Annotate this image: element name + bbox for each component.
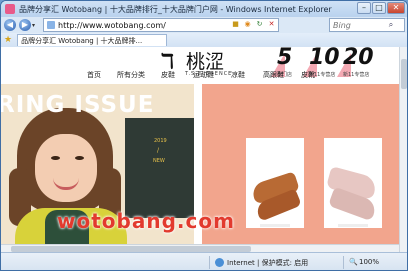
- zoom-level[interactable]: 100%: [359, 258, 379, 266]
- title-bar: 品牌分享汇 Wotobang | 十大品牌排行_十大品牌门户网 - Window…: [1, 1, 407, 17]
- tab-label: 品牌分享汇 Wotobang | 十大品牌排...: [21, 36, 143, 45]
- eye-shape: [51, 156, 60, 160]
- watermark-text: wotobang.com: [57, 209, 235, 233]
- product-card-brown-shoes[interactable]: [246, 138, 304, 228]
- search-input[interactable]: [333, 19, 385, 31]
- address-url[interactable]: http://www.wotobang.com/: [58, 21, 166, 30]
- tab-active[interactable]: 品牌分享汇 Wotobang | 十大品牌排...: [17, 34, 168, 46]
- search-box[interactable]: ⌕: [329, 18, 405, 32]
- forward-button[interactable]: ▶: [19, 19, 31, 31]
- navigation-bar: ◀ ▶ ▾ http://www.wotobang.com/ ■ ◉ ↻ ✕ ⌕: [1, 17, 407, 33]
- nav-item-boots[interactable]: 皮靴: [301, 70, 315, 80]
- lock-icon[interactable]: ■: [231, 20, 240, 29]
- rss-icon[interactable]: ◉: [243, 20, 252, 29]
- history-dropdown-icon[interactable]: ▾: [32, 22, 35, 29]
- window-title: 品牌分享汇 Wotobang | 十大品牌排行_十大品牌门户网 - Window…: [19, 4, 332, 14]
- product-card-pink-sneakers[interactable]: [324, 138, 382, 228]
- banner-year: 2019: [154, 138, 167, 144]
- face-shape: [35, 134, 97, 202]
- banner-headline: RING ISSUE: [1, 92, 155, 118]
- nav-item-sandals[interactable]: 凉鞋: [231, 70, 245, 80]
- browser-window: 品牌分享汇 Wotobang | 十大品牌排行_十大品牌门户网 - Window…: [0, 0, 408, 271]
- page-icon: [47, 21, 55, 29]
- status-bar: Internet | 保护模式: 启用 🔍 100%: [1, 252, 407, 270]
- security-zone[interactable]: Internet | 保护模式: 启用: [227, 258, 308, 268]
- hero-banner[interactable]: RING ISSUE 2019 / NEW wotobang.com: [1, 84, 399, 252]
- stop-icon[interactable]: ✕: [267, 20, 276, 29]
- search-icon[interactable]: ⌕: [385, 20, 397, 30]
- vertical-scroll-thumb[interactable]: [401, 59, 407, 89]
- site-header: ℸ 桃涩 T.S.ELEGENCE 5 专门店 10 新11专营店 20 新11…: [1, 47, 399, 83]
- page-viewport: ℸ 桃涩 T.S.ELEGENCE 5 专门店 10 新11专营店 20 新11…: [1, 47, 399, 252]
- nav-item-high-heels[interactable]: 高跟鞋: [263, 70, 284, 80]
- refresh-icon[interactable]: ↻: [255, 20, 264, 29]
- zoom-icon[interactable]: 🔍: [349, 258, 358, 266]
- globe-icon: [215, 258, 224, 267]
- card-shadow: [338, 224, 368, 227]
- banner-backdrop: [125, 118, 194, 218]
- banner-slash: /: [157, 147, 160, 154]
- site-favicon-icon: [5, 4, 15, 14]
- minimize-button[interactable]: –: [357, 2, 371, 14]
- close-button[interactable]: ✕: [387, 2, 405, 14]
- address-bar[interactable]: http://www.wotobang.com/ ■ ◉ ↻ ✕: [43, 18, 279, 32]
- nav-item-sneakers[interactable]: 运动鞋: [193, 70, 214, 80]
- eye-shape: [75, 156, 84, 160]
- favorites-star-icon[interactable]: ★: [4, 35, 12, 45]
- nav-item-leather-shoes[interactable]: 皮鞋: [161, 70, 175, 80]
- vertical-scrollbar[interactable]: [399, 47, 407, 252]
- promo-number: 10: [309, 47, 340, 70]
- status-separator: [209, 256, 210, 269]
- banner-new: NEW: [153, 158, 165, 164]
- promo-number: 20: [343, 47, 374, 70]
- horizontal-scrollbar[interactable]: [1, 244, 399, 252]
- card-shadow: [260, 224, 290, 227]
- nav-item-home[interactable]: 首页: [87, 70, 101, 80]
- nav-item-all-categories[interactable]: 所有分类: [117, 70, 145, 80]
- tab-row: ★ 品牌分享汇 Wotobang | 十大品牌排...: [1, 33, 407, 47]
- status-separator: [343, 256, 344, 269]
- maximize-button[interactable]: □: [372, 2, 386, 14]
- promo-number: 5: [277, 47, 293, 70]
- back-button[interactable]: ◀: [4, 19, 16, 31]
- address-tools: ■ ◉ ↻ ✕: [231, 20, 276, 29]
- window-controls: – □ ✕: [357, 2, 405, 14]
- site-nav: 首页 所有分类 皮鞋 运动鞋 凉鞋 高跟鞋 皮靴: [1, 69, 399, 83]
